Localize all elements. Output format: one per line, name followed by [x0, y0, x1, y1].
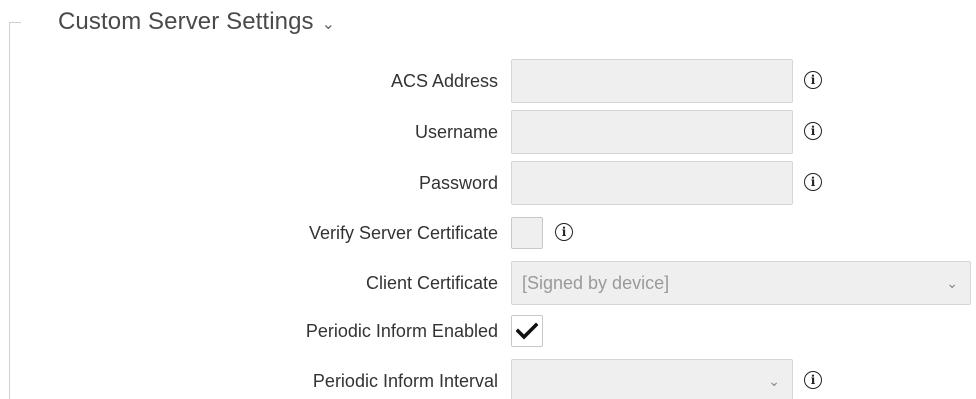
info-icon[interactable]: i — [555, 223, 573, 241]
verify-server-certificate-label: Verify Server Certificate — [308, 223, 498, 243]
row-periodic-inform-interval: Periodic Inform Interval ⌄ i — [0, 359, 976, 399]
periodic-inform-enabled-label: Periodic Inform Enabled — [305, 321, 498, 341]
row-username: Username i — [0, 110, 976, 154]
periodic-inform-interval-select[interactable]: ⌄ — [511, 359, 793, 399]
verify-server-certificate-checkbox[interactable] — [511, 217, 543, 249]
row-verify-server-certificate: Verify Server Certificate i — [0, 211, 976, 255]
chevron-down-icon: ⌄ — [946, 275, 958, 291]
info-icon[interactable]: i — [804, 371, 822, 389]
periodic-inform-interval-label: Periodic Inform Interval — [312, 371, 498, 391]
periodic-inform-enabled-checkbox[interactable] — [511, 315, 543, 347]
info-icon[interactable]: i — [804, 71, 822, 89]
chevron-down-icon[interactable]: ⌄ — [322, 14, 335, 34]
custom-server-settings-panel: Custom Server Settings ⌄ ACS Address i U… — [0, 0, 976, 399]
password-label: Password — [418, 173, 498, 193]
client-certificate-select[interactable]: [Signed by device] ⌄ — [511, 261, 971, 305]
section-title: Custom Server Settings — [58, 8, 314, 35]
section-bracket-top — [9, 22, 21, 23]
row-password: Password i — [0, 161, 976, 205]
info-icon[interactable]: i — [804, 122, 822, 140]
client-certificate-value: [Signed by device] — [522, 273, 670, 293]
section-header[interactable]: Custom Server Settings ⌄ — [58, 8, 335, 36]
row-acs-address: ACS Address i — [0, 59, 976, 103]
checkmark-icon — [516, 322, 538, 340]
info-icon[interactable]: i — [804, 173, 822, 191]
acs-address-label: ACS Address — [390, 71, 498, 91]
acs-address-input[interactable] — [511, 59, 793, 103]
row-client-certificate: Client Certificate [Signed by device] ⌄ — [0, 261, 976, 305]
chevron-down-icon: ⌄ — [768, 373, 780, 389]
username-input[interactable] — [511, 110, 793, 154]
username-label: Username — [414, 122, 498, 142]
password-input[interactable] — [511, 161, 793, 205]
client-certificate-label: Client Certificate — [365, 273, 498, 293]
row-periodic-inform-enabled: Periodic Inform Enabled — [0, 309, 976, 353]
